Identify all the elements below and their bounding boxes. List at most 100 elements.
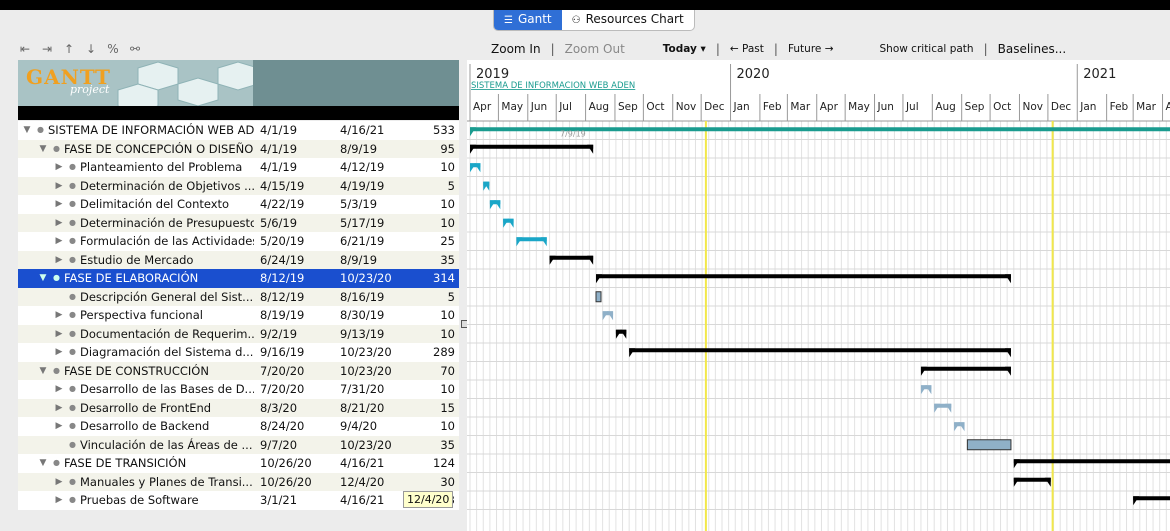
- gantt-chart[interactable]: Apr May Jun Jul Aug Sep Oct Nov Dec Jan Feb Mar Apr M…: [467, 60, 1170, 531]
- expand-toggle-icon[interactable]: ▶: [54, 177, 64, 196]
- expand-toggle-icon[interactable]: ▶: [54, 158, 64, 177]
- task-row[interactable]: ▶●Pruebas de Software3/1/214/16/2133: [18, 491, 459, 510]
- task-duration[interactable]: 35: [440, 436, 455, 455]
- task-start-date[interactable]: 8/12/19: [260, 269, 304, 288]
- task-duration[interactable]: 10: [440, 306, 455, 325]
- expand-toggle-icon[interactable]: ▶: [54, 473, 64, 492]
- task-name[interactable]: Delimitación del Contexto: [80, 195, 254, 214]
- task-start-date[interactable]: 9/16/19: [260, 343, 304, 362]
- task-name[interactable]: Desarrollo de las Bases de D...: [80, 380, 254, 399]
- task-duration[interactable]: 25: [440, 232, 455, 251]
- task-name[interactable]: Planteamiento del Problema: [80, 158, 254, 177]
- task-row[interactable]: ▶ ● Desarrollo de FrontEnd 8/3/20 8/21/20 15: [18, 398, 459, 418]
- zoom-out-button[interactable]: Zoom Out: [565, 42, 625, 56]
- task-start-date[interactable]: 7/20/20: [260, 362, 304, 381]
- task-name[interactable]: FASE DE CONSTRUCCIÓN: [64, 362, 254, 381]
- task-duration[interactable]: 10: [440, 380, 455, 399]
- phase-row[interactable]: ▼ ● FASE DE TRANSICIÓN 10/26/20 4/16/21 124: [18, 454, 459, 473]
- task-duration[interactable]: 15: [440, 399, 455, 418]
- task-duration[interactable]: 30: [440, 473, 455, 492]
- expand-toggle-icon[interactable]: ▶: [54, 214, 64, 233]
- tab-gantt[interactable]: ☰ Gantt: [494, 10, 562, 30]
- task-row[interactable]: ▶ ● Planteamiento del Problema 4/1/19 4/12/1…: [18, 158, 459, 177]
- collapse-toggle-icon[interactable]: ▼: [38, 362, 48, 381]
- task-duration[interactable]: 10: [440, 195, 455, 214]
- task-end-date[interactable]: 8/9/19: [340, 251, 377, 270]
- move-down-icon[interactable]: ↓: [84, 42, 98, 56]
- task-row[interactable]: ▶ ● Desarrollo de Backend 8/24/20 9/4/20 10: [18, 417, 459, 436]
- task-name[interactable]: Determinación de Objetivos ...: [80, 177, 254, 196]
- phase-row[interactable]: ▼ ● FASE DE CONCEPCIÓN O DISEÑO 4/1/19 8/9/1…: [18, 139, 459, 159]
- task-start-date[interactable]: 8/3/20: [260, 399, 297, 418]
- project-row[interactable]: ▼ ● SISTEMA DE INFORMACIÓN WEB ADEN 4/1/19 4…: [18, 121, 459, 140]
- task-start-date[interactable]: 10/26/20: [260, 454, 312, 473]
- past-button[interactable]: ← Past: [730, 43, 764, 55]
- task-row[interactable]: ▶ ● Formulación de las Actividades 5/20/19 6…: [18, 232, 459, 251]
- task-name[interactable]: FASE DE CONCEPCIÓN O DISEÑO: [64, 140, 254, 159]
- task-end-date[interactable]: 8/9/19: [340, 140, 377, 159]
- task-end-date[interactable]: 8/16/19: [340, 288, 384, 307]
- task-start-date[interactable]: 5/20/19: [260, 232, 304, 251]
- expand-toggle-icon[interactable]: ▶: [54, 306, 64, 325]
- task-row[interactable]: ▶ ● Determinación de Presupuesto 5/6/19 5/17…: [18, 213, 459, 233]
- task-end-date[interactable]: 10/23/20: [340, 269, 392, 288]
- task-row[interactable]: ▶ ● Determinación de Objetivos ... 4/15/19 4…: [18, 176, 459, 196]
- task-name[interactable]: FASE DE TRANSICIÓN: [64, 454, 254, 473]
- expand-toggle-icon[interactable]: ▶: [54, 325, 64, 344]
- task-duration[interactable]: 5: [448, 288, 455, 307]
- collapse-toggle-icon[interactable]: ▼: [38, 269, 48, 288]
- phase-row[interactable]: ▼ ● FASE DE CONSTRUCCIÓN 7/20/20 10/23/20 70: [18, 361, 459, 381]
- link-icon[interactable]: %: [106, 42, 120, 56]
- task-row[interactable]: ▶ ● Perspectiva funcional 8/19/19 8/30/19 10: [18, 306, 459, 325]
- today-button[interactable]: Today ▾: [663, 43, 706, 55]
- expand-toggle-icon[interactable]: ▶: [54, 343, 64, 362]
- task-end-date[interactable]: 9/13/19: [340, 325, 384, 344]
- collapse-toggle-icon[interactable]: ▼: [38, 454, 48, 473]
- task-duration[interactable]: 5: [448, 177, 455, 196]
- task-name[interactable]: Determinación de Presupuesto: [80, 214, 254, 233]
- task-end-date[interactable]: 6/21/19: [340, 232, 384, 251]
- task-start-date[interactable]: 8/24/20: [260, 417, 304, 436]
- task-row[interactable]: ▶ ● Desarrollo de las Bases de D... 7/20/20…: [18, 380, 459, 399]
- task-duration[interactable]: 70: [440, 362, 455, 381]
- task-end-date[interactable]: 4/16/21: [340, 121, 384, 140]
- expand-toggle-icon[interactable]: ▶: [54, 380, 64, 399]
- task-duration[interactable]: 533: [433, 121, 455, 140]
- phase-row[interactable]: ▼ ● FASE DE ELABORACIÓN 8/12/19 10/23/20 314: [18, 269, 459, 288]
- task-end-date[interactable]: 4/12/19: [340, 158, 384, 177]
- task-start-date[interactable]: 9/2/19: [260, 325, 297, 344]
- task-end-date[interactable]: 10/23/20: [340, 343, 392, 362]
- task-start-date[interactable]: 5/6/19: [260, 214, 297, 233]
- task-name[interactable]: Manuales y Planes de Transi...: [80, 473, 254, 492]
- task-start-date[interactable]: 3/1/21: [260, 491, 297, 510]
- task-row[interactable]: ▶ ● Estudio de Mercado 6/24/19 8/9/19 35: [18, 250, 459, 270]
- task-start-date[interactable]: 6/24/19: [260, 251, 304, 270]
- task-end-date[interactable]: 5/3/19: [340, 195, 377, 214]
- task-duration[interactable]: 289: [433, 343, 455, 362]
- task-row[interactable]: ▶ ● Delimitación del Contexto 4/22/19 5/3/19…: [18, 195, 459, 214]
- task-row[interactable]: ● Vinculación de las Áreas de ... 9/7/20 10…: [18, 435, 459, 455]
- task-start-date[interactable]: 4/22/19: [260, 195, 304, 214]
- critical-path-button[interactable]: Show critical path: [880, 43, 974, 55]
- task-duration[interactable]: 124: [433, 454, 455, 473]
- task-start-date[interactable]: 8/19/19: [260, 306, 304, 325]
- task-end-date[interactable]: 8/21/20: [340, 399, 384, 418]
- move-up-icon[interactable]: ↑: [62, 42, 76, 56]
- task-row[interactable]: ▶ ● Documentación de Requerim... 9/2/19 9/13…: [18, 324, 459, 344]
- task-row[interactable]: ▶ ● Manuales y Planes de Transi... 10/26/20…: [18, 472, 459, 492]
- expand-toggle-icon[interactable]: ▶: [54, 195, 64, 214]
- task-start-date[interactable]: 7/20/20: [260, 380, 304, 399]
- indent-icon[interactable]: ⇤: [18, 42, 32, 56]
- task-start-date[interactable]: 4/1/19: [260, 121, 297, 140]
- expand-toggle-icon[interactable]: ▶: [54, 232, 64, 251]
- task-name[interactable]: Perspectiva funcional: [80, 306, 254, 325]
- expand-toggle-icon[interactable]: ▶: [54, 491, 64, 510]
- task-duration[interactable]: 10: [440, 214, 455, 233]
- task-start-date[interactable]: 4/1/19: [260, 158, 297, 177]
- collapse-toggle-icon[interactable]: ▼: [38, 140, 48, 159]
- task-name[interactable]: SISTEMA DE INFORMACIÓN WEB ADEN: [48, 121, 254, 140]
- task-end-date[interactable]: 10/23/20: [340, 436, 392, 455]
- task-name[interactable]: Desarrollo de FrontEnd: [80, 399, 254, 418]
- task-name[interactable]: Estudio de Mercado: [80, 251, 254, 270]
- outdent-icon[interactable]: ⇥: [40, 42, 54, 56]
